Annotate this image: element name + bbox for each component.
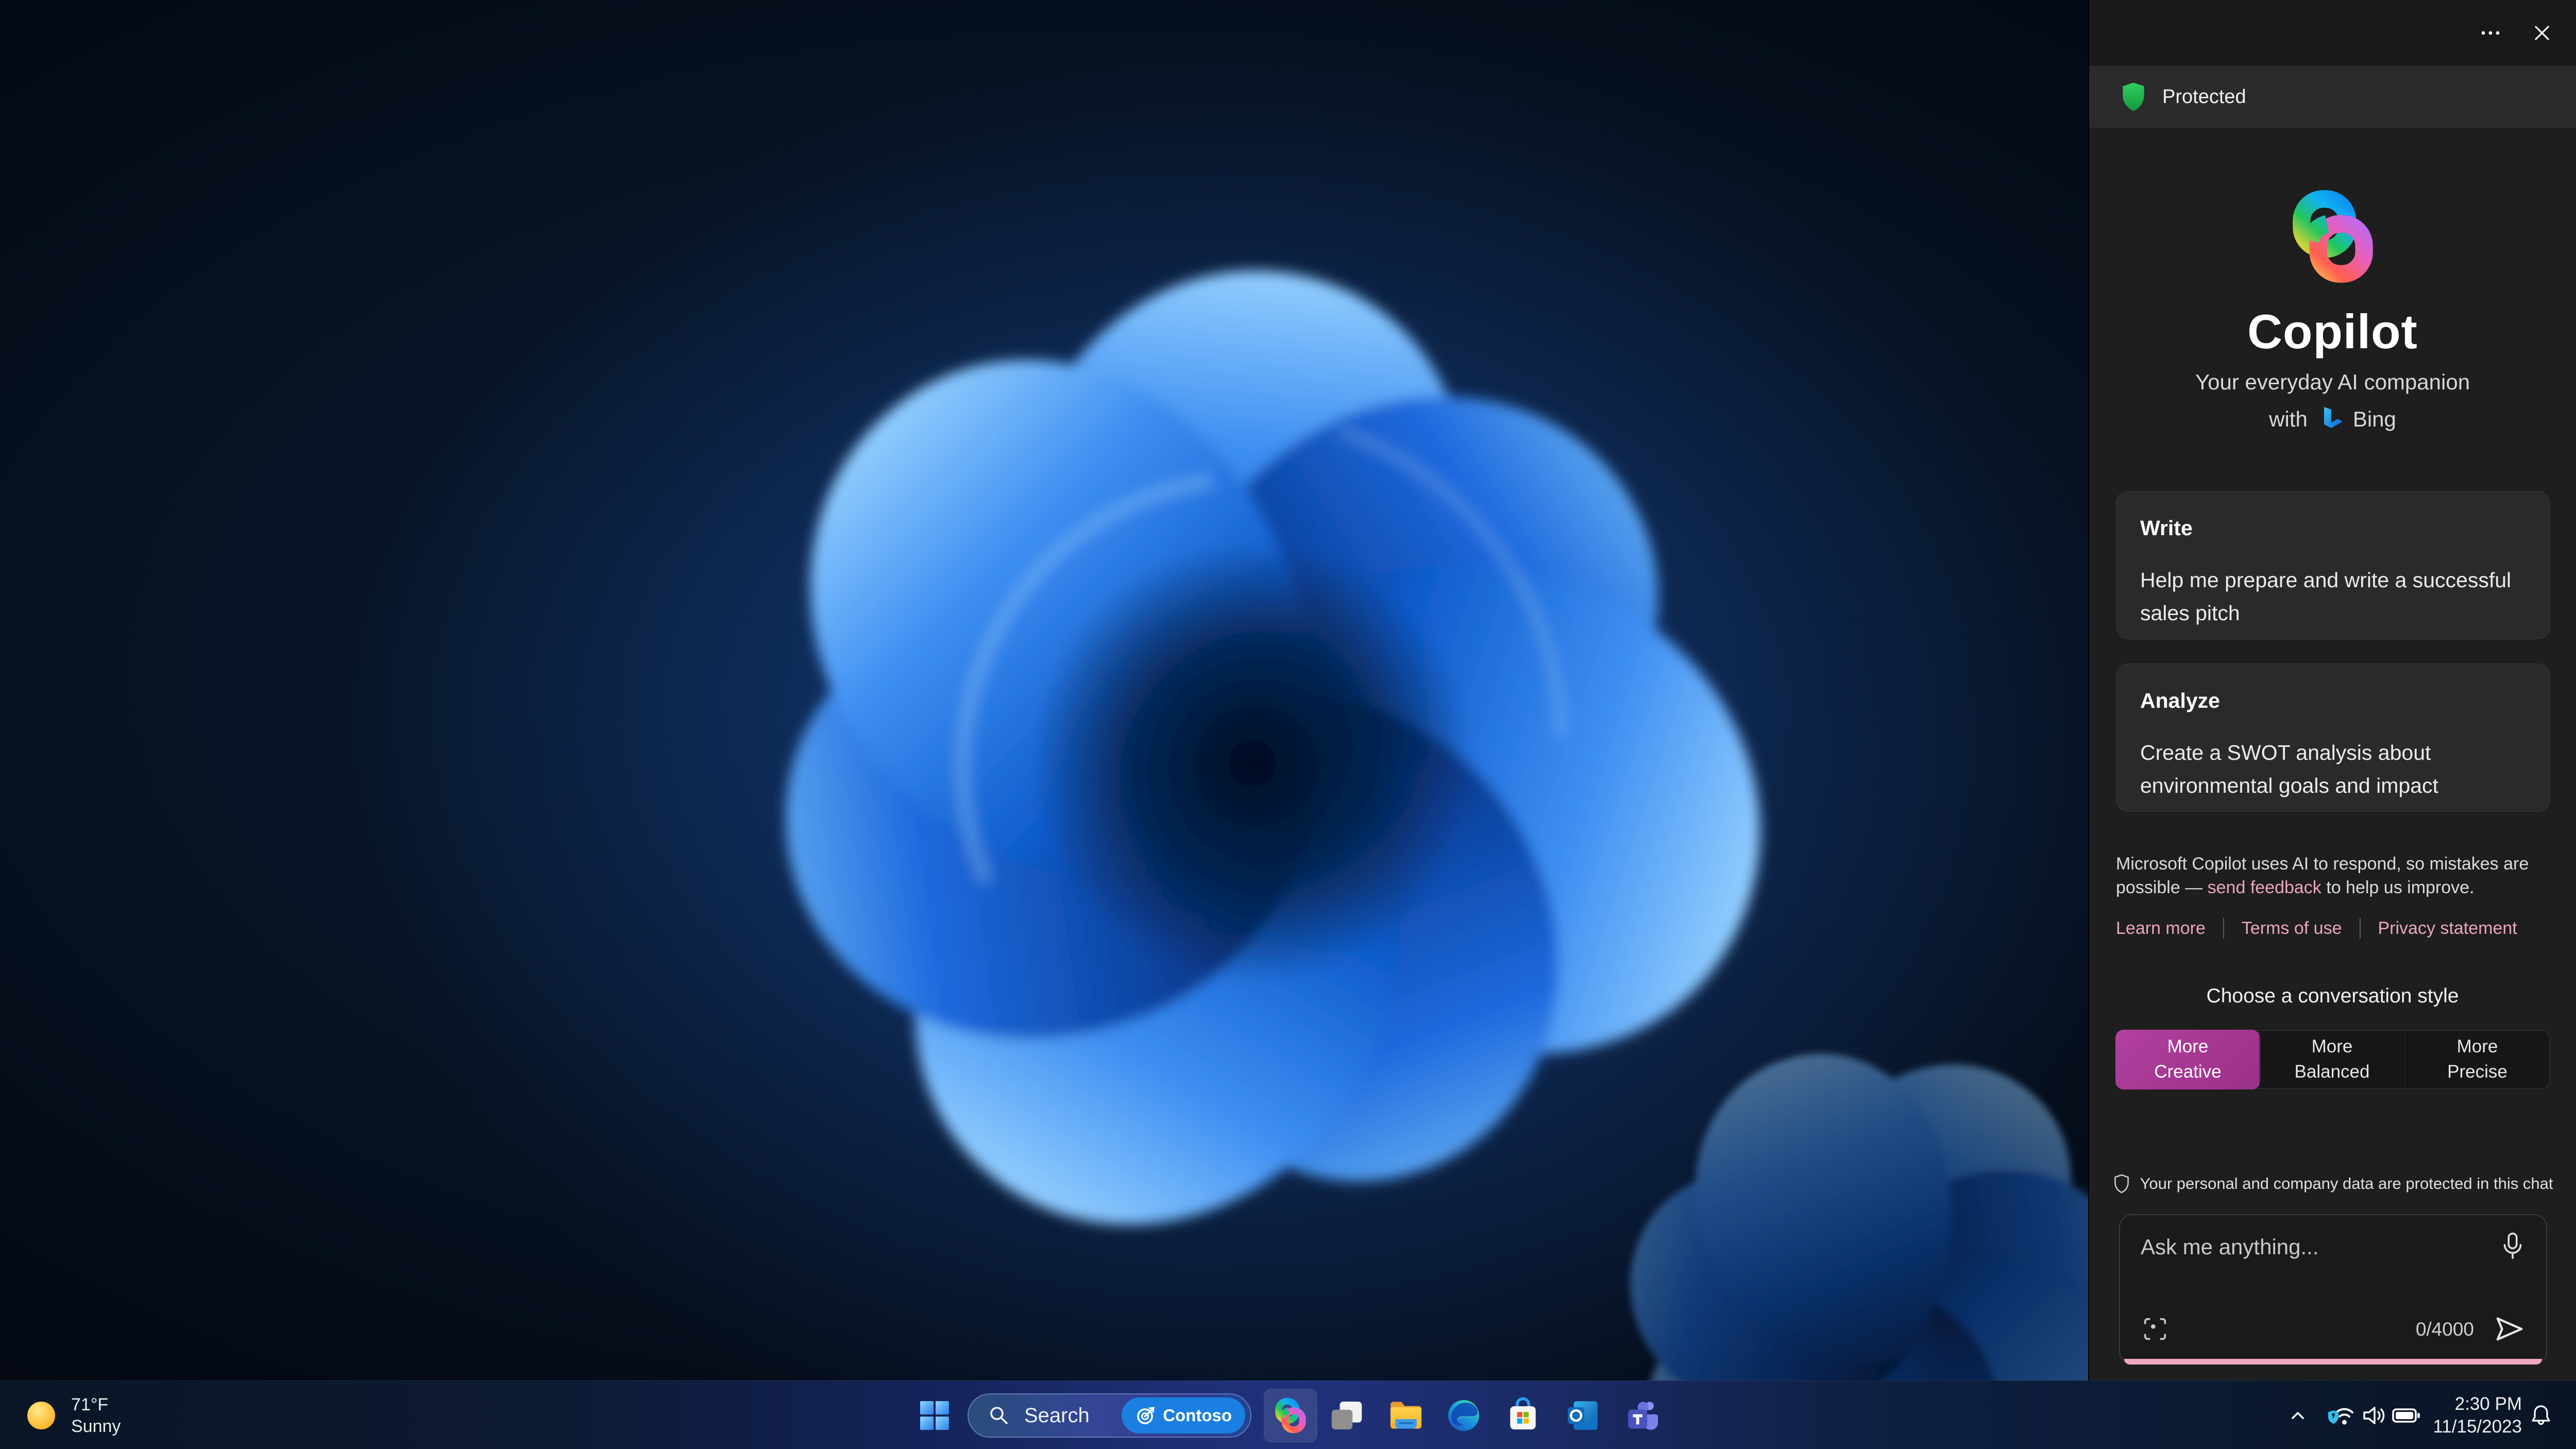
tray-notifications-button[interactable] <box>2524 1399 2558 1433</box>
learn-more-link[interactable]: Learn more <box>2116 918 2206 939</box>
taskbar-teams-button[interactable] <box>1616 1389 1669 1442</box>
card-heading: Write <box>2140 516 2193 540</box>
tray-network-button[interactable] <box>2325 1399 2359 1433</box>
taskbar-outlook-button[interactable] <box>1556 1389 1610 1442</box>
copilot-icon <box>1275 1397 1306 1434</box>
weather-condition: Sunny <box>71 1416 121 1436</box>
close-icon <box>2535 26 2549 40</box>
suggestion-card-analyze[interactable]: Analyze Create a SWOT analysis about env… <box>2116 663 2550 812</box>
data-protection-note: Your personal and company data are prote… <box>2112 1173 2553 1194</box>
wifi-vpn-shield-icon <box>2328 1408 2353 1425</box>
with-bing-row: with Bing <box>2089 405 2576 434</box>
outlook-icon <box>1567 1401 1598 1430</box>
send-feedback-link[interactable]: send feedback <box>2208 878 2321 897</box>
taskbar-microsoft-store-button[interactable] <box>1496 1389 1550 1442</box>
taskbar-task-view-button[interactable] <box>1320 1389 1374 1442</box>
desktop: Protected Copilot Your everyday AI compa… <box>0 0 2576 1449</box>
shield-check-icon <box>2123 82 2144 111</box>
search-icon <box>990 1407 1008 1424</box>
copilot-hero: Copilot Your everyday AI companion with … <box>2089 128 2576 488</box>
edge-icon <box>1448 1400 1480 1431</box>
card-body: Create a SWOT analysis about environment… <box>2140 741 2438 797</box>
contoso-label: Contoso <box>1163 1406 1232 1425</box>
protected-label: Protected <box>2162 86 2246 108</box>
style-option-line2: Creative <box>2154 1062 2222 1082</box>
copilot-title: Copilot <box>2247 304 2418 359</box>
taskbar-copilot-button[interactable] <box>1264 1389 1317 1442</box>
tray-time: 2:30 PM <box>2454 1394 2522 1414</box>
link-separator <box>2359 918 2361 939</box>
contoso-target-icon <box>1137 1407 1155 1424</box>
tray-clock[interactable]: 2:30 PM 11/15/2023 <box>2416 1392 2522 1439</box>
style-option-line1: More <box>2456 1036 2498 1057</box>
data-protection-text: Your personal and company data are prote… <box>2140 1174 2553 1192</box>
volume-icon <box>2363 1407 2385 1424</box>
style-option-line1: More <box>2167 1036 2209 1057</box>
microsoft-store-icon <box>1510 1397 1536 1429</box>
composer-toolbar: 0/4000 <box>2139 1313 2528 1346</box>
bing-icon <box>2324 407 2343 429</box>
style-option-more-precise[interactable]: More Precise <box>2404 1031 2550 1088</box>
chevron-up-icon <box>2292 1412 2304 1419</box>
close-button[interactable] <box>2522 13 2562 53</box>
style-option-line2: Precise <box>2447 1062 2507 1082</box>
task-view-icon <box>1331 1402 1362 1429</box>
tray-volume-button[interactable] <box>2358 1399 2392 1433</box>
card-heading: Analyze <box>2140 689 2220 712</box>
style-option-line2: Balanced <box>2294 1062 2370 1082</box>
conversation-style-title: Choose a conversation style <box>2206 985 2459 1007</box>
notification-bell-icon <box>2532 1405 2550 1425</box>
contoso-badge[interactable]: Contoso <box>1122 1397 1245 1434</box>
taskbar-search[interactable]: Search Contoso <box>968 1393 1251 1438</box>
panel-header <box>2089 0 2576 66</box>
microphone-button[interactable] <box>2496 1230 2530 1264</box>
footer-links: Learn more Terms of use Privacy statemen… <box>2116 918 2551 939</box>
conversation-style-picker: More Creative More Balanced More Precise <box>2115 1030 2550 1089</box>
send-button[interactable] <box>2492 1313 2528 1346</box>
shield-outline-icon <box>2114 1174 2129 1194</box>
disclaimer-text-after: to help us improve. <box>2321 877 2475 897</box>
weather-text: 71°F Sunny <box>71 1394 121 1437</box>
terms-of-use-link[interactable]: Terms of use <box>2242 918 2342 939</box>
more-options-button[interactable] <box>2471 13 2510 53</box>
copilot-tagline: Your everyday AI companion <box>2195 370 2470 394</box>
chat-composer: 0/4000 <box>2119 1214 2547 1365</box>
protected-banner: Protected <box>2089 66 2576 128</box>
tray-date: 11/15/2023 <box>2433 1417 2522 1437</box>
mic-icon <box>2503 1232 2522 1259</box>
ai-disclaimer: Microsoft Copilot uses AI to respond, so… <box>2116 853 2551 900</box>
tray-show-hidden-icons-button[interactable] <box>2281 1399 2315 1433</box>
composer-accent-underline <box>2124 1359 2542 1365</box>
weather-temperature: 71°F <box>71 1394 109 1414</box>
screen-capture-button[interactable] <box>2139 1313 2172 1346</box>
character-counter: 0/4000 <box>2415 1319 2474 1340</box>
taskbar: 71°F Sunny Search Contoso 2:30 PM 11/15/… <box>0 1380 2576 1449</box>
windows-start-icon <box>920 1401 949 1430</box>
with-text: with <box>2269 407 2308 431</box>
search-label: Search <box>1024 1404 1090 1427</box>
chat-input[interactable] <box>2141 1231 2450 1264</box>
taskbar-file-explorer-button[interactable] <box>1379 1389 1433 1442</box>
card-body: Help me prepare and write a successful s… <box>2140 568 2512 625</box>
suggestion-card-write[interactable]: Write Help me prepare and write a succes… <box>2116 491 2550 639</box>
sun-icon <box>27 1401 55 1429</box>
weather-widget[interactable]: 71°F Sunny <box>25 1381 121 1449</box>
ellipsis-icon <box>2481 31 2500 35</box>
teams-icon <box>1628 1402 1658 1430</box>
copilot-sidebar: Protected Copilot Your everyday AI compa… <box>2088 0 2576 1380</box>
style-option-line1: More <box>2311 1036 2353 1057</box>
privacy-statement-link[interactable]: Privacy statement <box>2378 918 2517 939</box>
start-button[interactable] <box>908 1389 961 1442</box>
style-option-more-creative[interactable]: More Creative <box>2115 1030 2260 1089</box>
file-explorer-icon <box>1390 1402 1422 1429</box>
style-option-more-balanced[interactable]: More Balanced <box>2259 1031 2404 1088</box>
send-icon <box>2496 1317 2523 1340</box>
taskbar-edge-button[interactable] <box>1437 1389 1490 1442</box>
copilot-logo <box>2292 190 2373 283</box>
screen-capture-icon <box>2144 1318 2166 1340</box>
bing-text: Bing <box>2352 407 2396 431</box>
link-separator <box>2223 918 2224 939</box>
